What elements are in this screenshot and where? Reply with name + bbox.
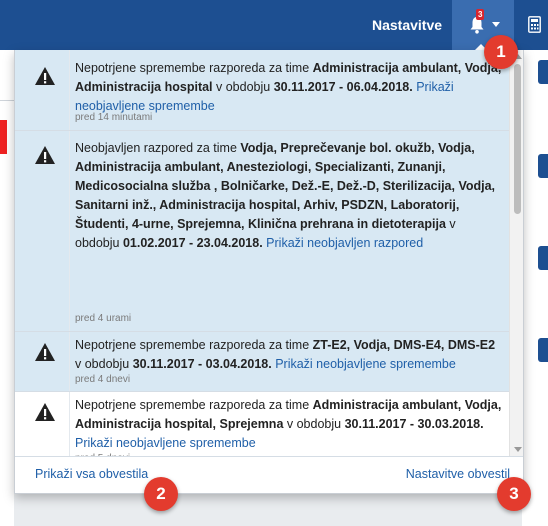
notification-text: Neobjavljen razpored za time bbox=[75, 141, 241, 155]
notification-message: Neobjavljen razpored za time Vodja, Prep… bbox=[75, 139, 503, 253]
notification-text: Nepotrjene spremembe razporeda za time bbox=[75, 398, 313, 412]
notification-period: 30.11.2017 - 06.04.2018. bbox=[273, 80, 413, 94]
notification-teams: ZT-E2, Vodja, DMS-E4, DMS-E2 bbox=[312, 338, 496, 352]
background-side-tab bbox=[538, 338, 548, 362]
warning-icon bbox=[35, 146, 55, 164]
notification-timestamp: pred 4 dnevi bbox=[75, 374, 131, 385]
notification-period-label: v obdobju bbox=[212, 80, 274, 94]
top-navbar: Nastavitve 3 bbox=[0, 0, 548, 50]
notification-item[interactable]: Nepotrjene spremembe razporeda za time A… bbox=[15, 392, 509, 456]
notification-text: Nepotrjene spremembe razporeda za time bbox=[75, 61, 313, 75]
notification-list: Nepotrjene spremembe razporeda za time A… bbox=[15, 50, 509, 456]
background-alert-strip bbox=[0, 120, 7, 154]
callout-3: 3 bbox=[497, 477, 531, 511]
notification-period: 01.02.2017 - 23.04.2018. bbox=[122, 236, 263, 250]
background-side-tab bbox=[538, 154, 548, 178]
warning-icon bbox=[35, 67, 55, 85]
show-all-notifications-link[interactable]: Prikaži vsa obvestila bbox=[35, 467, 148, 481]
calculator-icon[interactable] bbox=[528, 16, 541, 33]
notification-timestamp: pred 4 urami bbox=[75, 313, 132, 324]
notification-settings-link[interactable]: Nastavitve obvestil bbox=[406, 467, 510, 481]
notification-divider bbox=[69, 332, 70, 391]
notification-scrollbar[interactable] bbox=[509, 50, 523, 456]
notifications-dropdown: Nepotrjene spremembe razporeda za time A… bbox=[14, 50, 524, 494]
notification-message: Nepotrjene spremembe razporeda za time A… bbox=[75, 59, 503, 116]
background-side-tab bbox=[538, 246, 548, 270]
callout-1: 1 bbox=[484, 35, 518, 69]
background-page-right bbox=[522, 50, 548, 526]
chevron-down-icon[interactable] bbox=[492, 22, 500, 27]
notification-divider bbox=[69, 50, 70, 130]
notification-item[interactable]: Neobjavljen razpored za time Vodja, Prep… bbox=[15, 131, 509, 332]
notification-divider bbox=[69, 392, 70, 456]
notification-action-link[interactable]: Prikaži neobjavljene spremembe bbox=[275, 357, 456, 371]
notification-count-badge: 3 bbox=[476, 9, 485, 20]
notification-period-label: v obdobju bbox=[75, 357, 133, 371]
notification-divider bbox=[69, 131, 70, 331]
settings-menu-link[interactable]: Nastavitve bbox=[372, 17, 442, 33]
notification-period: 30.11.2017 - 03.04.2018. bbox=[132, 357, 272, 371]
notification-timestamp: pred 14 minutami bbox=[75, 112, 153, 123]
notification-text: Nepotrjene spremembe razporeda za time bbox=[75, 338, 313, 352]
notification-period-label: v obdobju bbox=[283, 417, 345, 431]
warning-icon bbox=[35, 403, 55, 421]
notifications-footer: Prikaži vsa obvestila Nastavitve obvesti… bbox=[15, 456, 523, 493]
scroll-down-arrow-icon[interactable] bbox=[514, 447, 522, 452]
notification-item[interactable]: Nepotrjene spremembe razporeda za time Z… bbox=[15, 332, 509, 392]
warning-icon bbox=[35, 343, 55, 361]
notification-period: 30.11.2017 - 30.03.2018. bbox=[344, 417, 484, 431]
scrollbar-thumb[interactable] bbox=[514, 64, 521, 214]
notification-message: Nepotrjene spremembe razporeda za time Z… bbox=[75, 336, 503, 374]
callout-2: 2 bbox=[144, 477, 178, 511]
background-side-tab bbox=[538, 60, 548, 84]
notification-action-link[interactable]: Prikaži neobjavljene spremembe bbox=[75, 436, 256, 450]
notification-message: Nepotrjene spremembe razporeda za time A… bbox=[75, 396, 503, 453]
background-divider bbox=[0, 100, 14, 101]
notification-item[interactable]: Nepotrjene spremembe razporeda za time A… bbox=[15, 50, 509, 131]
notification-action-link[interactable]: Prikaži neobjavljen razpored bbox=[266, 236, 423, 250]
